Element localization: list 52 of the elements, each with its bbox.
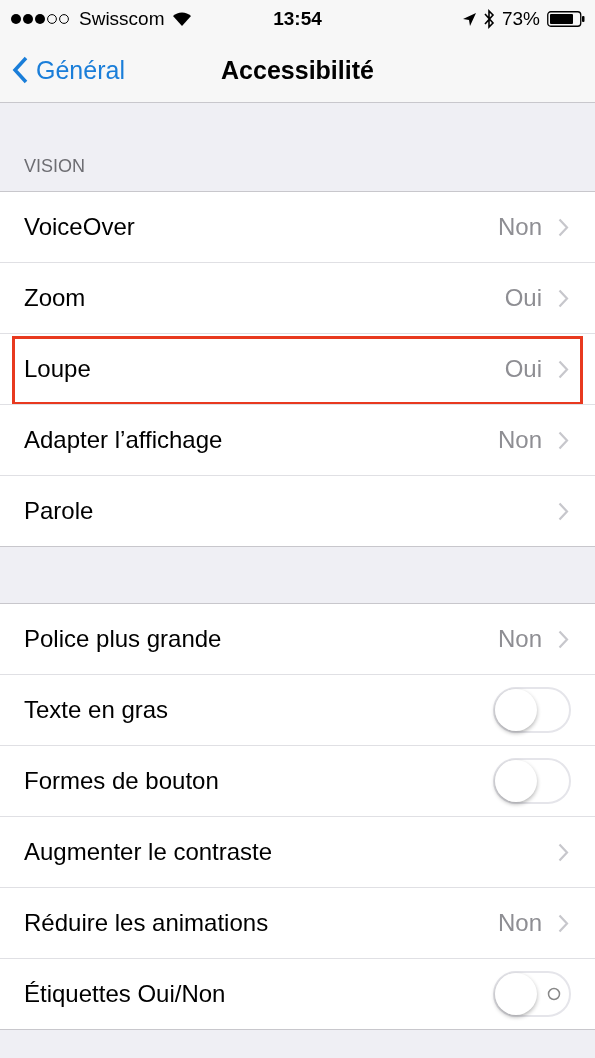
- row-label: Police plus grande: [24, 625, 223, 653]
- chevron-icon: [558, 288, 569, 308]
- row-label: Parole: [24, 497, 95, 525]
- row-label: Étiquettes Oui/Non: [24, 980, 227, 1008]
- toggle-switch[interactable]: [493, 758, 571, 804]
- chevron-icon: [558, 629, 569, 649]
- row-label: Loupe: [24, 355, 92, 383]
- location-icon: [461, 11, 477, 27]
- section-header: VISION: [24, 156, 85, 177]
- settings-row[interactable]: VoiceOver Non: [0, 192, 595, 262]
- row-label: Augmenter le contraste: [24, 838, 274, 866]
- row-value: Oui: [504, 355, 542, 383]
- settings-row[interactable]: Augmenter le contraste: [0, 816, 595, 887]
- row-value: Oui: [504, 284, 542, 312]
- nav-title: Accessibilité: [221, 55, 374, 85]
- chevron-icon: [558, 913, 569, 933]
- back-chevron-icon: [12, 56, 28, 84]
- settings-row[interactable]: Loupe Oui: [0, 333, 595, 404]
- row-value: Non: [497, 426, 542, 454]
- row-value: Non: [497, 909, 542, 937]
- chevron-icon: [558, 430, 569, 450]
- settings-row[interactable]: Formes de bouton: [0, 745, 595, 816]
- back-label: Général: [36, 55, 125, 85]
- battery-percent: 73%: [501, 8, 540, 30]
- back-button[interactable]: Général: [0, 55, 125, 85]
- row-value: Non: [497, 213, 542, 241]
- row-label: Texte en gras: [24, 696, 170, 724]
- chevron-icon: [558, 217, 569, 237]
- row-label: Formes de bouton: [24, 767, 220, 795]
- chevron-icon: [558, 501, 569, 521]
- wifi-icon: [171, 11, 192, 27]
- signal-icon: [10, 13, 72, 25]
- settings-row[interactable]: Étiquettes Oui/Non: [0, 958, 595, 1029]
- chevron-icon: [558, 359, 569, 379]
- settings-row[interactable]: Parole: [0, 475, 595, 546]
- settings-row[interactable]: Réduire les animations Non: [0, 887, 595, 958]
- row-label: Adapter l’affichage: [24, 426, 224, 454]
- row-label: Réduire les animations: [24, 909, 270, 937]
- settings-row[interactable]: Texte en gras: [0, 674, 595, 745]
- settings-row[interactable]: Adapter l’affichage Non: [0, 404, 595, 475]
- bluetooth-icon: [483, 9, 495, 29]
- settings-row[interactable]: Zoom Oui: [0, 262, 595, 333]
- carrier-name: Swisscom: [79, 8, 165, 30]
- battery-icon: [547, 11, 585, 27]
- settings-row[interactable]: Police plus grande Non: [0, 604, 595, 674]
- toggle-switch[interactable]: [493, 971, 571, 1017]
- row-label: VoiceOver: [24, 213, 136, 241]
- row-value: Non: [497, 625, 542, 653]
- chevron-icon: [558, 842, 569, 862]
- status-time: 13:54: [273, 8, 322, 30]
- toggle-switch[interactable]: [493, 687, 571, 733]
- row-label: Zoom: [24, 284, 87, 312]
